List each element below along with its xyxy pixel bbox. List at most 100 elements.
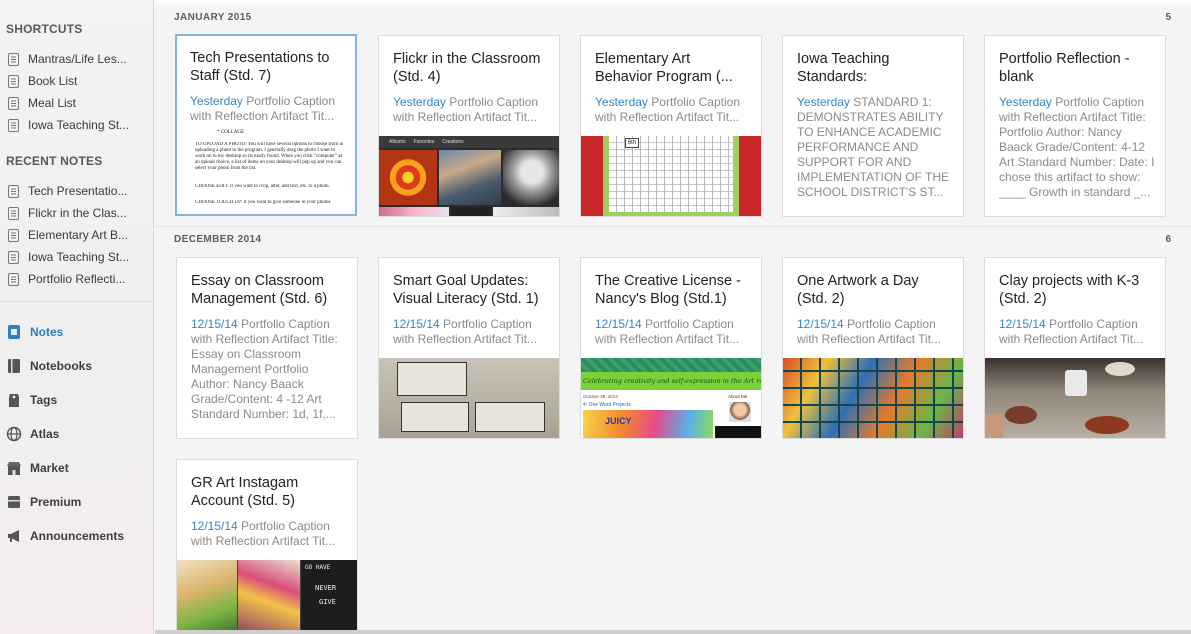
note-date: Yesterday [999, 95, 1052, 109]
note-title: Tech Presentations to Staff (Std. 7) [190, 50, 330, 84]
note-thumbnail-instagram: GO HAVE NEVER GIVE [177, 560, 357, 633]
note-icon [8, 184, 19, 198]
note-card[interactable]: The Creative License - Nancy's Blog (Std… [580, 257, 762, 439]
photo-tile [493, 207, 559, 216]
recent-note-label: Portfolio Reflecti... [28, 272, 126, 286]
nav-premium[interactable]: Premium [6, 492, 148, 512]
note-thumbnail-artwall [783, 358, 963, 438]
blog-post-title: 4: One Word Projects [583, 402, 631, 408]
nav-market[interactable]: Market [6, 458, 148, 478]
note-snippet: Yesterday Portfolio Caption with Reflect… [190, 94, 346, 124]
flickr-tab: Favorites [413, 139, 435, 145]
nav-atlas[interactable]: Atlas [6, 424, 148, 444]
nav-notebooks[interactable]: Notebooks [6, 356, 148, 376]
doc-line: CHOOSE EDIT: if you want to crop, alter,… [195, 184, 330, 189]
note-thumbnail-chart: 6th [581, 136, 761, 216]
note-title: Smart Goal Updates: Visual Literacy (Std… [393, 273, 539, 307]
note-snippet-text: Portfolio Caption with Reflection Artifa… [191, 317, 338, 421]
recent-note-label: Flickr in the Clas... [28, 206, 127, 220]
shortcut-item[interactable]: Mantras/Life Les... [8, 50, 148, 68]
recent-note-item[interactable]: Flickr in the Clas... [8, 204, 148, 222]
photo-tile [451, 207, 491, 216]
note-date: 12/15/14 [797, 317, 844, 331]
recent-note-item[interactable]: Elementary Art B... [8, 226, 148, 244]
section-title-dec-2014: DECEMBER 2014 [174, 234, 262, 245]
note-title: Flickr in the Classroom (Std. 4) [393, 51, 541, 85]
nav-label: Atlas [30, 427, 60, 441]
nav-label: Premium [30, 495, 82, 509]
sidebar-divider [0, 301, 153, 302]
section-title-jan-2015: JANUARY 2015 [174, 12, 252, 23]
doc-line: TO UPLOAD A PHOTO: You will have several… [195, 142, 344, 171]
note-card[interactable]: Iowa Teaching Standards: Yesterday STAND… [782, 35, 964, 217]
nav-label: Market [30, 461, 69, 475]
note-snippet: 12/15/14 Portfolio Caption with Reflecti… [797, 317, 953, 347]
blog-image [583, 410, 713, 438]
note-icon [8, 206, 19, 220]
worksheet-box [401, 402, 469, 432]
note-card[interactable]: One Artwork a Day (Std. 2) 12/15/14 Port… [782, 257, 964, 439]
note-icon [8, 228, 19, 242]
insta-photo [238, 560, 300, 633]
premium-icon [8, 496, 20, 508]
recent-note-item[interactable]: Portfolio Reflecti... [8, 270, 148, 288]
worksheet-box [397, 362, 467, 396]
nav-label: Announcements [30, 529, 125, 543]
note-title: Clay projects with K-3 (Std. 2) [999, 273, 1140, 307]
notes-list: JANUARY 2015 5 Tech Presentations to Sta… [155, 0, 1191, 634]
clay-bowl [1105, 362, 1135, 376]
blog-image-text: JUICY [605, 416, 632, 426]
note-card[interactable]: Flickr in the Classroom (Std. 4) Yesterd… [378, 35, 560, 217]
nav-label: Notebooks [30, 359, 93, 373]
note-thumbnail-clay [985, 358, 1165, 438]
blog-sidebar-block [715, 426, 761, 438]
recent-note-item[interactable]: Tech Presentatio... [8, 182, 148, 200]
note-thumbnail-photos: Albums Favorites Creations [379, 136, 559, 216]
note-icon [8, 52, 19, 66]
shortcut-item[interactable]: Book List [8, 72, 148, 90]
note-card[interactable]: Tech Presentations to Staff (Std. 7) Yes… [175, 34, 357, 216]
section-divider [155, 226, 1191, 227]
note-card[interactable]: Elementary Art Behavior Program (... Yes… [580, 35, 762, 217]
notebooks-icon [8, 359, 20, 373]
note-card[interactable]: GR Art Instagam Account (Std. 5) 12/15/1… [176, 459, 358, 634]
note-card[interactable]: Clay projects with K-3 (Std. 2) 12/15/14… [984, 257, 1166, 439]
atlas-icon [6, 426, 22, 442]
note-card[interactable]: Essay on Classroom Management (Std. 6) 1… [176, 257, 358, 439]
note-snippet: 12/15/14 Portfolio Caption with Reflecti… [191, 317, 347, 422]
clay-hand [985, 414, 1003, 438]
flickr-tab-bar: Albums Favorites Creations [379, 136, 559, 148]
nav-announcements[interactable]: Announcements [6, 526, 148, 546]
nav-tags[interactable]: Tags [6, 390, 148, 410]
chart-label: 6th [625, 138, 639, 148]
note-snippet: 12/15/14 Portfolio Caption with Reflecti… [191, 519, 347, 549]
insta-text: GO HAVE [305, 564, 331, 571]
note-snippet: 12/15/14 Portfolio Caption with Reflecti… [595, 317, 751, 347]
note-date: Yesterday [190, 94, 243, 108]
photo-tile [503, 150, 559, 205]
nav-notes[interactable]: Notes [6, 322, 148, 342]
note-icon [8, 250, 19, 264]
shortcut-item[interactable]: Meal List [8, 94, 148, 112]
shortcut-item[interactable]: Iowa Teaching St... [8, 116, 148, 134]
note-icon [8, 74, 19, 88]
note-title: Iowa Teaching Standards: [797, 51, 890, 85]
note-thumbnail-document: * COLLAGE TO UPLOAD A PHOTO: You will ha… [177, 128, 355, 214]
note-card[interactable]: Portfolio Reflection - blank Yesterday P… [984, 35, 1166, 217]
flickr-tab: Creations [442, 139, 464, 145]
recent-note-label: Elementary Art B... [28, 228, 129, 242]
announcements-icon [8, 530, 19, 542]
note-date: 12/15/14 [191, 317, 238, 331]
note-date: 12/15/14 [393, 317, 440, 331]
insta-text: NEVER [315, 584, 337, 592]
note-title: Essay on Classroom Management (Std. 6) [191, 273, 328, 307]
blog-date: October 28, 2014 [583, 394, 618, 399]
market-icon [7, 462, 21, 475]
recent-note-label: Iowa Teaching St... [28, 250, 130, 264]
sidebar: SHORTCUTS Mantras/Life Les... Book List … [0, 0, 154, 634]
note-icon [8, 96, 19, 110]
note-snippet: Yesterday Portfolio Caption with Reflect… [595, 95, 751, 125]
insta-text: GIVE [319, 598, 336, 606]
note-card[interactable]: Smart Goal Updates: Visual Literacy (Std… [378, 257, 560, 439]
recent-note-item[interactable]: Iowa Teaching St... [8, 248, 148, 266]
